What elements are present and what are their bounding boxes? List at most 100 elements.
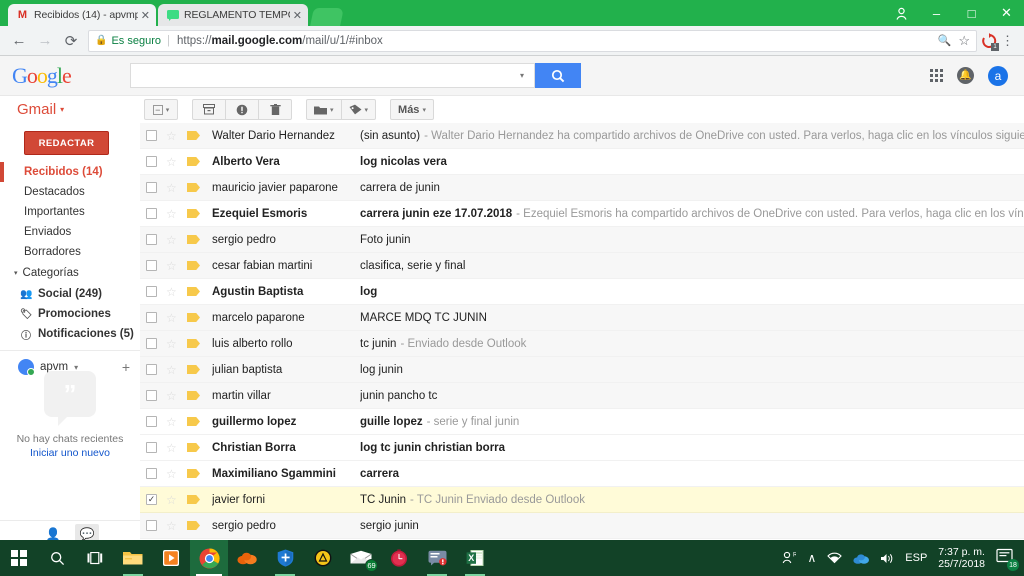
archive-button[interactable] bbox=[192, 99, 226, 120]
action-center-button[interactable]: 18 bbox=[996, 548, 1019, 571]
table-row[interactable]: ☆Agustin Baptistalog18 jul. bbox=[140, 279, 1024, 305]
table-row[interactable]: ☆ Walter Dario Hernandez (sin asunto) - Wal… bbox=[140, 123, 1024, 149]
task-view-button[interactable] bbox=[76, 540, 114, 576]
importance-marker-icon[interactable] bbox=[187, 443, 200, 452]
row-checkbox[interactable] bbox=[146, 468, 157, 479]
importance-marker-icon[interactable] bbox=[187, 131, 200, 140]
close-icon[interactable]: ✕ bbox=[293, 9, 302, 22]
windows-defender-button[interactable] bbox=[266, 540, 304, 576]
gmail-brand-dropdown[interactable]: Gmail ▾ bbox=[0, 96, 140, 123]
search-button[interactable] bbox=[534, 63, 581, 88]
table-row[interactable]: ☆martin villarjunin pancho tc18 jul. bbox=[140, 383, 1024, 409]
reload-icon[interactable]: ⟳ bbox=[58, 28, 84, 54]
table-row[interactable]: ☆sergio pedrosergio junin18 jul. bbox=[140, 513, 1024, 539]
clock-app-button[interactable] bbox=[380, 540, 418, 576]
minimize-button[interactable]: – bbox=[919, 0, 954, 26]
row-checkbox[interactable] bbox=[146, 312, 157, 323]
select-all-button[interactable]: − ▾ bbox=[144, 99, 178, 120]
row-checkbox[interactable] bbox=[146, 390, 157, 401]
volume-icon[interactable] bbox=[880, 552, 894, 565]
labels-button[interactable]: ▾ bbox=[340, 99, 377, 120]
star-icon[interactable]: ☆ bbox=[166, 312, 179, 324]
importance-marker-icon[interactable] bbox=[187, 183, 200, 192]
bookmark-star-icon[interactable]: ☆ bbox=[958, 33, 970, 49]
star-icon[interactable]: ☆ bbox=[166, 208, 179, 220]
address-bar[interactable]: 🔒 Es seguro | https:// mail.google.com /… bbox=[88, 29, 977, 52]
close-icon[interactable]: ✕ bbox=[141, 9, 150, 22]
star-icon[interactable]: ☆ bbox=[166, 260, 179, 272]
media-player-button[interactable] bbox=[152, 540, 190, 576]
extension-icon[interactable]: 1 bbox=[981, 32, 999, 51]
show-hidden-icons-button[interactable]: ∧ bbox=[807, 551, 816, 565]
row-checkbox[interactable] bbox=[146, 442, 157, 453]
star-icon[interactable]: ☆ bbox=[166, 234, 179, 246]
messaging-button[interactable] bbox=[418, 540, 456, 576]
table-row[interactable]: ☆ guillermo lopez guille lopez - serie y fi… bbox=[140, 409, 1024, 435]
table-row[interactable]: ☆ cesar fabian martini clasifica, serie y … bbox=[140, 253, 1024, 279]
sidebar-item-importantes[interactable]: Importantes bbox=[0, 202, 140, 222]
importance-marker-icon[interactable] bbox=[187, 157, 200, 166]
chrome-button[interactable] bbox=[190, 540, 228, 576]
importance-marker-icon[interactable] bbox=[187, 391, 200, 400]
advanced-systemcare-button[interactable] bbox=[304, 540, 342, 576]
report-spam-button[interactable] bbox=[225, 99, 259, 120]
excel-button[interactable]: X bbox=[456, 540, 494, 576]
importance-marker-icon[interactable] bbox=[187, 235, 200, 244]
table-row[interactable]: ☆ luis alberto rollo tc junin - Enviado des… bbox=[140, 331, 1024, 357]
sidebar-item-recibidos[interactable]: Recibidos (14) bbox=[0, 162, 140, 182]
star-icon[interactable]: ☆ bbox=[166, 364, 179, 376]
start-chat-link[interactable]: Iniciar uno nuevo bbox=[0, 447, 140, 459]
sidebar-item-promociones[interactable]: 🏷 Promociones bbox=[0, 304, 140, 324]
table-row[interactable]: ✓ ☆ javier forni TC Junin - TC Junin Enviado… bbox=[140, 487, 1024, 513]
importance-marker-icon[interactable] bbox=[187, 521, 200, 530]
row-checkbox[interactable] bbox=[146, 364, 157, 375]
star-icon[interactable]: ☆ bbox=[166, 390, 179, 402]
row-checkbox[interactable] bbox=[146, 416, 157, 427]
new-tab-button[interactable] bbox=[310, 8, 344, 26]
avatar[interactable]: a bbox=[988, 65, 1008, 86]
taskbar-search-button[interactable] bbox=[38, 540, 76, 576]
table-row[interactable]: ☆julian baptistalog junin18 jul. bbox=[140, 357, 1024, 383]
star-icon[interactable]: ☆ bbox=[166, 338, 179, 350]
delete-button[interactable] bbox=[258, 99, 292, 120]
row-checkbox[interactable] bbox=[146, 234, 157, 245]
star-icon[interactable]: ☆ bbox=[166, 156, 179, 168]
row-checkbox[interactable] bbox=[146, 156, 157, 167]
table-row[interactable]: ☆ Ezequiel Esmoris carrera junin eze 17.07… bbox=[140, 201, 1024, 227]
importance-marker-icon[interactable] bbox=[187, 417, 200, 426]
importance-marker-icon[interactable] bbox=[187, 495, 200, 504]
row-checkbox[interactable] bbox=[146, 338, 157, 349]
importance-marker-icon[interactable] bbox=[187, 261, 200, 270]
onedrive-icon[interactable] bbox=[853, 553, 870, 564]
browser-menu-icon[interactable]: ⋮ bbox=[997, 33, 1018, 49]
sidebar-item-borradores[interactable]: Borradores bbox=[0, 242, 140, 262]
sidebar-item-enviados[interactable]: Enviados bbox=[0, 222, 140, 242]
importance-marker-icon[interactable] bbox=[187, 209, 200, 218]
browser-tab-reglamento[interactable]: REGLAMENTO TEMPORA ✕ bbox=[158, 4, 308, 26]
star-icon[interactable]: ☆ bbox=[166, 520, 179, 532]
importance-marker-icon[interactable] bbox=[187, 469, 200, 478]
cloud-storage-button[interactable] bbox=[228, 540, 266, 576]
star-icon[interactable]: ☆ bbox=[166, 130, 179, 142]
file-explorer-button[interactable] bbox=[114, 540, 152, 576]
sidebar-item-destacados[interactable]: Destacados bbox=[0, 182, 140, 202]
importance-marker-icon[interactable] bbox=[187, 339, 200, 348]
sidebar-item-notificaciones[interactable]: ⓘ Notificaciones (5) bbox=[0, 324, 140, 344]
table-row[interactable]: ☆marcelo paparoneMARCE MDQ TC JUNIN18 ju… bbox=[140, 305, 1024, 331]
bell-icon[interactable]: 🔔 bbox=[957, 67, 974, 84]
close-window-button[interactable]: ✕ bbox=[989, 0, 1024, 26]
importance-marker-icon[interactable] bbox=[187, 287, 200, 296]
row-checkbox[interactable] bbox=[146, 520, 157, 531]
table-row[interactable]: ☆Alberto Veralog nicolas vera18 jul. bbox=[140, 149, 1024, 175]
apps-grid-icon[interactable] bbox=[930, 69, 943, 82]
star-icon[interactable]: ☆ bbox=[166, 468, 179, 480]
wifi-icon[interactable] bbox=[827, 552, 843, 564]
clock[interactable]: 7:37 p. m. 25/7/2018 bbox=[938, 546, 985, 570]
browser-tab-gmail[interactable]: M Recibidos (14) - apvmpar ✕ bbox=[8, 4, 156, 26]
star-icon[interactable]: ☆ bbox=[166, 286, 179, 298]
star-icon[interactable]: ☆ bbox=[166, 494, 179, 506]
importance-marker-icon[interactable] bbox=[187, 313, 200, 322]
star-icon[interactable]: ☆ bbox=[166, 416, 179, 428]
row-checkbox[interactable] bbox=[146, 260, 157, 271]
star-icon[interactable]: ☆ bbox=[166, 182, 179, 194]
